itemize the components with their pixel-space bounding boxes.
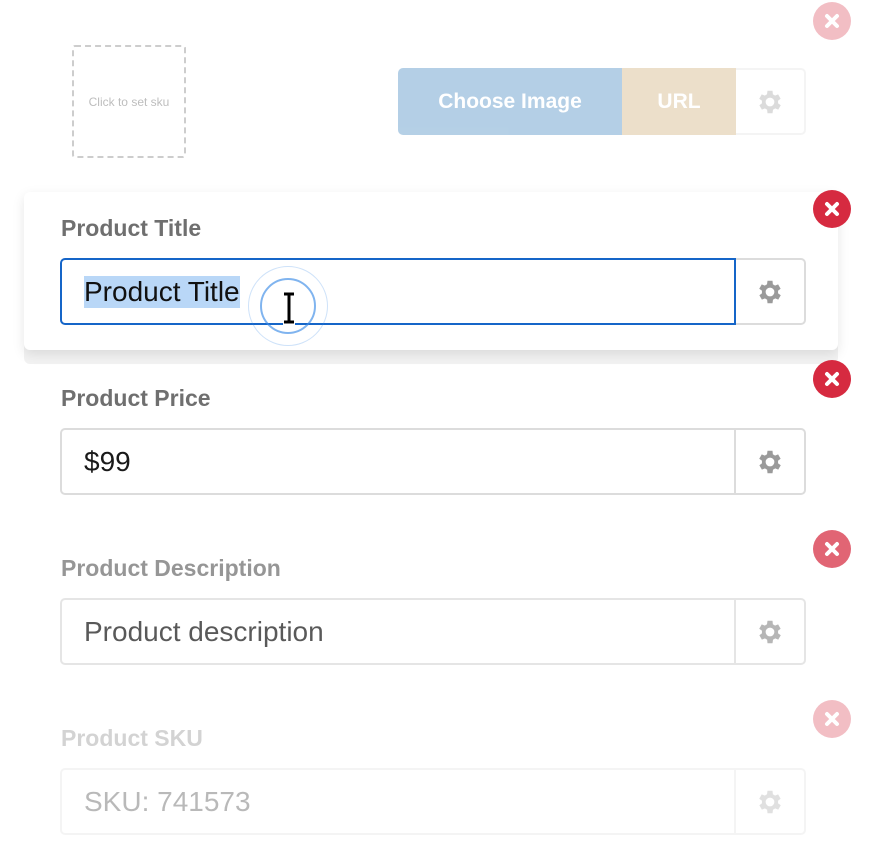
- close-icon: [825, 542, 839, 556]
- product-sku-value: SKU: 741573: [84, 785, 251, 817]
- product-price-label: Product Price: [61, 385, 211, 411]
- close-icon: [825, 202, 839, 216]
- sku-image-placeholder[interactable]: Click to set sku: [72, 45, 186, 158]
- gear-icon: [759, 90, 781, 113]
- gear-icon: [759, 790, 781, 813]
- url-button[interactable]: URL: [622, 68, 736, 135]
- close-icon: [825, 372, 839, 386]
- product-title-label: Product Title: [61, 215, 202, 241]
- remove-product-price-button[interactable]: [813, 360, 851, 398]
- product-title-settings-button[interactable]: [736, 258, 806, 325]
- product-price-value: $99: [84, 445, 131, 477]
- product-description-field: Product description: [60, 598, 806, 665]
- product-sku-input[interactable]: SKU: 741573: [60, 768, 736, 835]
- product-price-input[interactable]: $99: [60, 428, 736, 495]
- remove-product-title-button[interactable]: [813, 190, 851, 228]
- gear-icon: [759, 450, 781, 473]
- product-description-label: Product Description: [61, 555, 281, 581]
- remove-image-button[interactable]: [813, 2, 851, 40]
- close-icon: [825, 712, 839, 726]
- product-sku-field: SKU: 741573: [60, 768, 806, 835]
- image-controls: Choose Image URL: [398, 68, 806, 135]
- image-settings-button[interactable]: [736, 68, 806, 135]
- product-sku-label: Product SKU: [61, 725, 203, 751]
- choose-image-button[interactable]: Choose Image: [398, 68, 622, 135]
- remove-product-description-button[interactable]: [813, 530, 851, 568]
- text-cursor-icon: [283, 290, 295, 326]
- close-icon: [825, 14, 839, 28]
- product-sku-settings-button[interactable]: [736, 768, 806, 835]
- remove-product-sku-button[interactable]: [813, 700, 851, 738]
- sku-placeholder-text: Click to set sku: [88, 94, 170, 109]
- product-price-field: $99: [60, 428, 806, 495]
- product-description-input[interactable]: Product description: [60, 598, 736, 665]
- selected-text: Product Title: [84, 275, 240, 308]
- product-title-input[interactable]: Product Title: [60, 258, 736, 325]
- product-description-settings-button[interactable]: [736, 598, 806, 665]
- gear-icon: [759, 280, 781, 303]
- product-title-field: Product Title: [60, 258, 806, 325]
- gear-icon: [759, 620, 781, 643]
- product-price-settings-button[interactable]: [736, 428, 806, 495]
- product-description-value: Product description: [84, 615, 324, 647]
